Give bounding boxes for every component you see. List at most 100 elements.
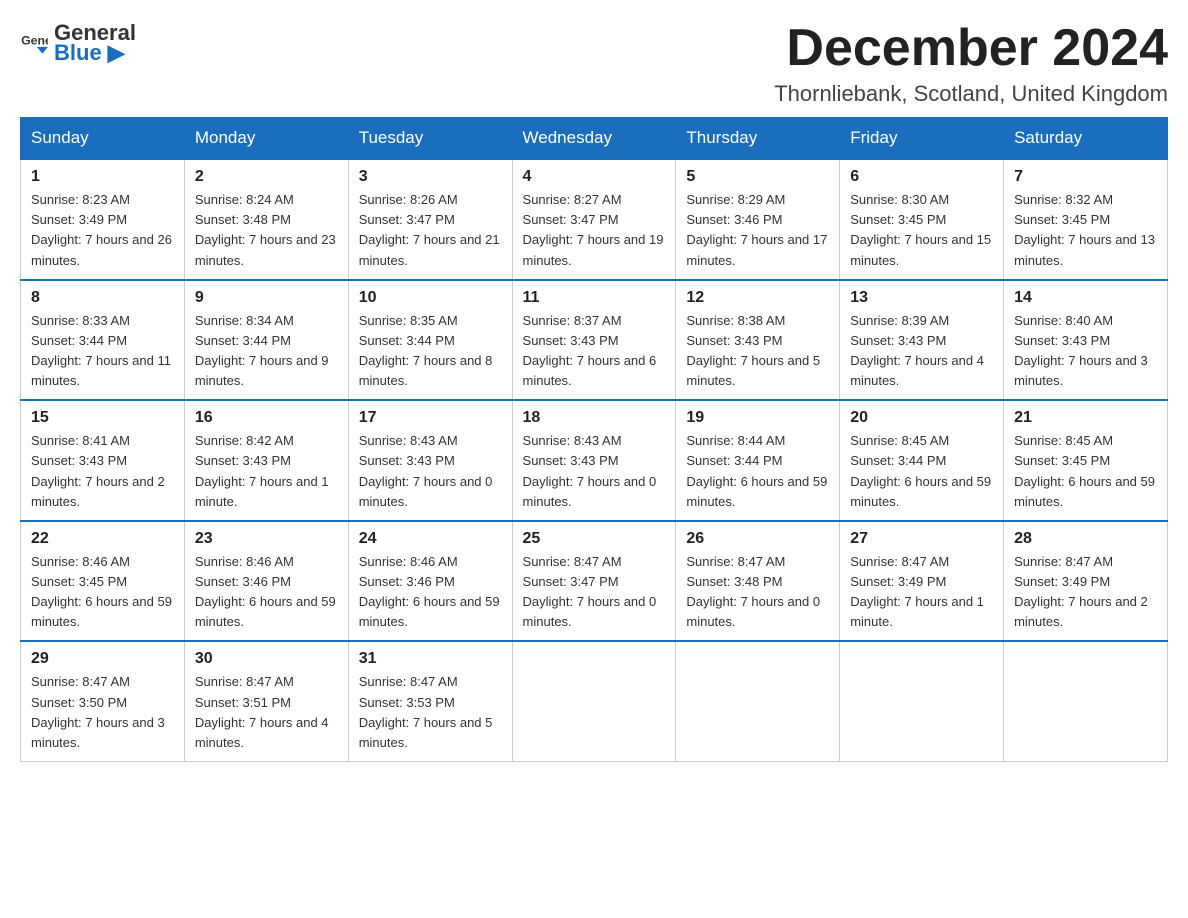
calendar-day-cell: 20 Sunrise: 8:45 AM Sunset: 3:44 PM Dayl…: [840, 400, 1004, 521]
sunrise-label: Sunrise: 8:47 AM: [686, 554, 785, 569]
day-info: Sunrise: 8:47 AM Sunset: 3:48 PM Dayligh…: [686, 552, 829, 633]
day-info: Sunrise: 8:42 AM Sunset: 3:43 PM Dayligh…: [195, 431, 338, 512]
sunrise-label: Sunrise: 8:46 AM: [195, 554, 294, 569]
col-friday: Friday: [840, 118, 1004, 160]
calendar-day-cell: 17 Sunrise: 8:43 AM Sunset: 3:43 PM Dayl…: [348, 400, 512, 521]
sunset-label: Sunset: 3:44 PM: [850, 453, 946, 468]
sunset-label: Sunset: 3:49 PM: [31, 212, 127, 227]
calendar-day-cell: [840, 641, 1004, 761]
day-info: Sunrise: 8:30 AM Sunset: 3:45 PM Dayligh…: [850, 190, 993, 271]
day-number: 2: [195, 168, 338, 186]
calendar-day-cell: 13 Sunrise: 8:39 AM Sunset: 3:43 PM Dayl…: [840, 280, 1004, 401]
daylight-label: Daylight: 6 hours and 59 minutes.: [359, 594, 500, 629]
calendar-day-cell: 24 Sunrise: 8:46 AM Sunset: 3:46 PM Dayl…: [348, 521, 512, 642]
sunrise-label: Sunrise: 8:34 AM: [195, 313, 294, 328]
sunset-label: Sunset: 3:47 PM: [359, 212, 455, 227]
daylight-label: Daylight: 7 hours and 0 minutes.: [686, 594, 820, 629]
sunrise-label: Sunrise: 8:27 AM: [523, 192, 622, 207]
day-number: 20: [850, 409, 993, 427]
day-info: Sunrise: 8:43 AM Sunset: 3:43 PM Dayligh…: [523, 431, 666, 512]
sunset-label: Sunset: 3:48 PM: [686, 574, 782, 589]
calendar-day-cell: 10 Sunrise: 8:35 AM Sunset: 3:44 PM Dayl…: [348, 280, 512, 401]
calendar-day-cell: [676, 641, 840, 761]
daylight-label: Daylight: 6 hours and 59 minutes.: [850, 474, 991, 509]
daylight-label: Daylight: 7 hours and 1 minute.: [850, 594, 984, 629]
calendar-day-cell: 7 Sunrise: 8:32 AM Sunset: 3:45 PM Dayli…: [1004, 159, 1168, 280]
calendar-day-cell: 28 Sunrise: 8:47 AM Sunset: 3:49 PM Dayl…: [1004, 521, 1168, 642]
daylight-label: Daylight: 6 hours and 59 minutes.: [1014, 474, 1155, 509]
day-number: 9: [195, 289, 338, 307]
calendar-day-cell: 23 Sunrise: 8:46 AM Sunset: 3:46 PM Dayl…: [184, 521, 348, 642]
daylight-label: Daylight: 7 hours and 23 minutes.: [195, 232, 336, 267]
day-number: 8: [31, 289, 174, 307]
daylight-label: Daylight: 7 hours and 6 minutes.: [523, 353, 657, 388]
sunset-label: Sunset: 3:48 PM: [195, 212, 291, 227]
day-number: 13: [850, 289, 993, 307]
day-number: 22: [31, 530, 174, 548]
sunrise-label: Sunrise: 8:32 AM: [1014, 192, 1113, 207]
sunrise-label: Sunrise: 8:30 AM: [850, 192, 949, 207]
day-info: Sunrise: 8:38 AM Sunset: 3:43 PM Dayligh…: [686, 311, 829, 392]
day-number: 16: [195, 409, 338, 427]
day-number: 31: [359, 650, 502, 668]
day-number: 11: [523, 289, 666, 307]
sunset-label: Sunset: 3:53 PM: [359, 695, 455, 710]
sunrise-label: Sunrise: 8:41 AM: [31, 433, 130, 448]
daylight-label: Daylight: 7 hours and 0 minutes.: [523, 594, 657, 629]
day-number: 3: [359, 168, 502, 186]
sunrise-label: Sunrise: 8:24 AM: [195, 192, 294, 207]
daylight-label: Daylight: 7 hours and 19 minutes.: [523, 232, 664, 267]
daylight-label: Daylight: 7 hours and 4 minutes.: [195, 715, 329, 750]
calendar-week-row: 8 Sunrise: 8:33 AM Sunset: 3:44 PM Dayli…: [21, 280, 1168, 401]
sunset-label: Sunset: 3:44 PM: [195, 333, 291, 348]
day-info: Sunrise: 8:43 AM Sunset: 3:43 PM Dayligh…: [359, 431, 502, 512]
daylight-label: Daylight: 7 hours and 5 minutes.: [359, 715, 493, 750]
day-info: Sunrise: 8:41 AM Sunset: 3:43 PM Dayligh…: [31, 431, 174, 512]
calendar-day-cell: 4 Sunrise: 8:27 AM Sunset: 3:47 PM Dayli…: [512, 159, 676, 280]
calendar-day-cell: 26 Sunrise: 8:47 AM Sunset: 3:48 PM Dayl…: [676, 521, 840, 642]
sunset-label: Sunset: 3:43 PM: [523, 333, 619, 348]
sunrise-label: Sunrise: 8:47 AM: [1014, 554, 1113, 569]
sunrise-label: Sunrise: 8:47 AM: [359, 674, 458, 689]
sunset-label: Sunset: 3:46 PM: [686, 212, 782, 227]
calendar-day-cell: 11 Sunrise: 8:37 AM Sunset: 3:43 PM Dayl…: [512, 280, 676, 401]
day-number: 1: [31, 168, 174, 186]
day-number: 25: [523, 530, 666, 548]
calendar-day-cell: 15 Sunrise: 8:41 AM Sunset: 3:43 PM Dayl…: [21, 400, 185, 521]
daylight-label: Daylight: 7 hours and 11 minutes.: [31, 353, 171, 388]
day-number: 5: [686, 168, 829, 186]
day-info: Sunrise: 8:24 AM Sunset: 3:48 PM Dayligh…: [195, 190, 338, 271]
day-number: 26: [686, 530, 829, 548]
sunset-label: Sunset: 3:50 PM: [31, 695, 127, 710]
sunset-label: Sunset: 3:47 PM: [523, 574, 619, 589]
sunset-label: Sunset: 3:45 PM: [31, 574, 127, 589]
calendar-day-cell: 3 Sunrise: 8:26 AM Sunset: 3:47 PM Dayli…: [348, 159, 512, 280]
sunset-label: Sunset: 3:49 PM: [1014, 574, 1110, 589]
daylight-label: Daylight: 7 hours and 13 minutes.: [1014, 232, 1155, 267]
sunset-label: Sunset: 3:44 PM: [686, 453, 782, 468]
sunset-label: Sunset: 3:43 PM: [31, 453, 127, 468]
col-wednesday: Wednesday: [512, 118, 676, 160]
logo: General General Blue ▶: [20, 20, 136, 66]
day-info: Sunrise: 8:47 AM Sunset: 3:47 PM Dayligh…: [523, 552, 666, 633]
calendar-day-cell: 30 Sunrise: 8:47 AM Sunset: 3:51 PM Dayl…: [184, 641, 348, 761]
day-number: 29: [31, 650, 174, 668]
day-info: Sunrise: 8:46 AM Sunset: 3:46 PM Dayligh…: [359, 552, 502, 633]
calendar-day-cell: 27 Sunrise: 8:47 AM Sunset: 3:49 PM Dayl…: [840, 521, 1004, 642]
sunrise-label: Sunrise: 8:29 AM: [686, 192, 785, 207]
daylight-label: Daylight: 7 hours and 4 minutes.: [850, 353, 984, 388]
day-info: Sunrise: 8:47 AM Sunset: 3:50 PM Dayligh…: [31, 672, 174, 753]
sunrise-label: Sunrise: 8:35 AM: [359, 313, 458, 328]
sunrise-label: Sunrise: 8:47 AM: [31, 674, 130, 689]
sunrise-label: Sunrise: 8:45 AM: [850, 433, 949, 448]
day-number: 18: [523, 409, 666, 427]
sunset-label: Sunset: 3:51 PM: [195, 695, 291, 710]
calendar-week-row: 1 Sunrise: 8:23 AM Sunset: 3:49 PM Dayli…: [21, 159, 1168, 280]
day-info: Sunrise: 8:46 AM Sunset: 3:46 PM Dayligh…: [195, 552, 338, 633]
sunset-label: Sunset: 3:44 PM: [359, 333, 455, 348]
day-info: Sunrise: 8:33 AM Sunset: 3:44 PM Dayligh…: [31, 311, 174, 392]
col-tuesday: Tuesday: [348, 118, 512, 160]
calendar-day-cell: 6 Sunrise: 8:30 AM Sunset: 3:45 PM Dayli…: [840, 159, 1004, 280]
sunset-label: Sunset: 3:44 PM: [31, 333, 127, 348]
sunrise-label: Sunrise: 8:44 AM: [686, 433, 785, 448]
